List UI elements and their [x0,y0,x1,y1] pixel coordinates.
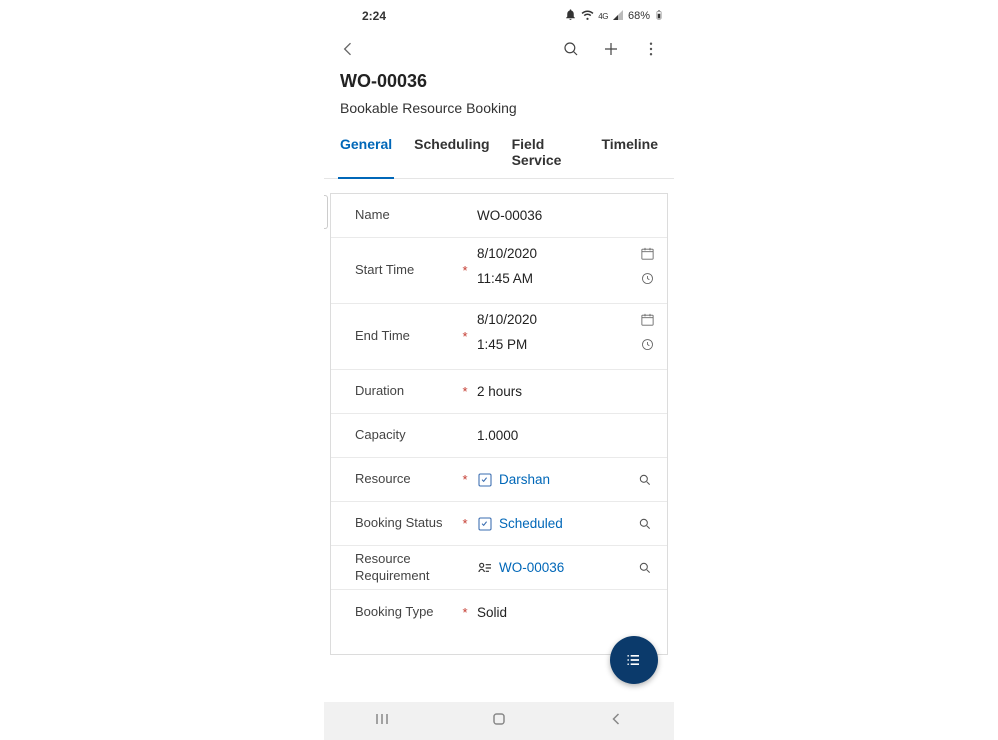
clock-icon[interactable] [637,337,657,352]
value-booking-type: Solid [477,605,657,620]
signal-icon [612,9,624,24]
fab-list-button[interactable] [610,636,658,684]
calendar-icon[interactable] [637,312,657,327]
label-resource-req: Resource Requirement [341,551,459,585]
lookup-icon[interactable] [635,517,655,531]
field-end-time[interactable]: End Time * 8/10/2020 1:45 PM [331,304,667,370]
required-marker: * [459,384,471,399]
required-marker: * [459,329,471,344]
tab-timeline[interactable]: Timeline [601,128,658,178]
side-notch [324,195,328,229]
value-booking-status[interactable]: Scheduled [499,516,563,531]
required-marker: * [459,516,471,531]
page-title: WO-00036 [340,71,658,92]
label-start: Start Time [341,262,459,279]
value-name: WO-00036 [477,208,657,223]
status-time: 2:24 [362,9,386,23]
field-resource-req[interactable]: Resource Requirement WO-00036 [331,546,667,590]
page-subtitle: Bookable Resource Booking [340,100,658,116]
value-resource[interactable]: Darshan [499,472,550,487]
tab-scheduling[interactable]: Scheduling [414,128,489,178]
status-bar: 2:24 4G 68% [324,5,674,27]
start-date: 8/10/2020 [477,246,537,261]
nav-recents[interactable] [372,709,392,734]
person-icon [477,472,493,488]
field-duration[interactable]: Duration * 2 hours [331,370,667,414]
value-capacity: 1.0000 [477,428,657,443]
form-panel: Name WO-00036 Start Time * 8/10/2020 11:… [330,193,668,655]
label-duration: Duration [341,383,459,400]
battery-text: 68% [628,10,650,22]
alarm-icon [564,8,577,24]
label-booking-status: Booking Status [341,515,459,532]
label-end: End Time [341,328,459,345]
android-nav-bar [324,702,674,740]
wifi-icon [581,8,594,24]
value-resource-req[interactable]: WO-00036 [499,560,564,575]
field-resource[interactable]: Resource * Darshan [331,458,667,502]
required-marker: * [459,605,471,620]
back-button[interactable] [330,31,366,67]
start-time: 11:45 AM [477,271,533,286]
status-icon [477,516,493,532]
lookup-icon[interactable] [635,561,655,575]
nav-home[interactable] [489,709,509,734]
phone-frame: 2:24 4G 68% [324,0,674,740]
status-right-icons: 4G 68% [564,8,664,25]
value-duration: 2 hours [477,384,657,399]
tabs: General Scheduling Field Service Timelin… [324,128,674,179]
field-booking-type[interactable]: Booking Type * Solid [331,590,667,634]
end-time: 1:45 PM [477,337,527,352]
top-toolbar [324,29,674,69]
end-date: 8/10/2020 [477,312,537,327]
tab-field-service[interactable]: Field Service [512,128,580,178]
clock-icon[interactable] [637,271,657,286]
network-icon: 4G [598,12,608,21]
label-resource: Resource [341,471,459,488]
label-booking-type: Booking Type [341,604,459,621]
nav-back[interactable] [606,709,626,734]
label-name: Name [341,207,459,224]
tab-general[interactable]: General [340,128,392,178]
field-start-time[interactable]: Start Time * 8/10/2020 11:45 AM [331,238,667,304]
field-booking-status[interactable]: Booking Status * Scheduled [331,502,667,546]
title-area: WO-00036 Bookable Resource Booking [324,71,674,116]
label-capacity: Capacity [341,427,459,444]
requirement-icon [477,560,493,576]
required-marker: * [459,472,471,487]
add-button[interactable] [594,32,628,66]
required-marker: * [459,263,471,278]
lookup-icon[interactable] [635,473,655,487]
field-capacity[interactable]: Capacity 1.0000 [331,414,667,458]
search-icon[interactable] [554,32,588,66]
field-name[interactable]: Name WO-00036 [331,194,667,238]
calendar-icon[interactable] [637,246,657,261]
battery-icon [654,8,664,25]
more-button[interactable] [634,32,668,66]
